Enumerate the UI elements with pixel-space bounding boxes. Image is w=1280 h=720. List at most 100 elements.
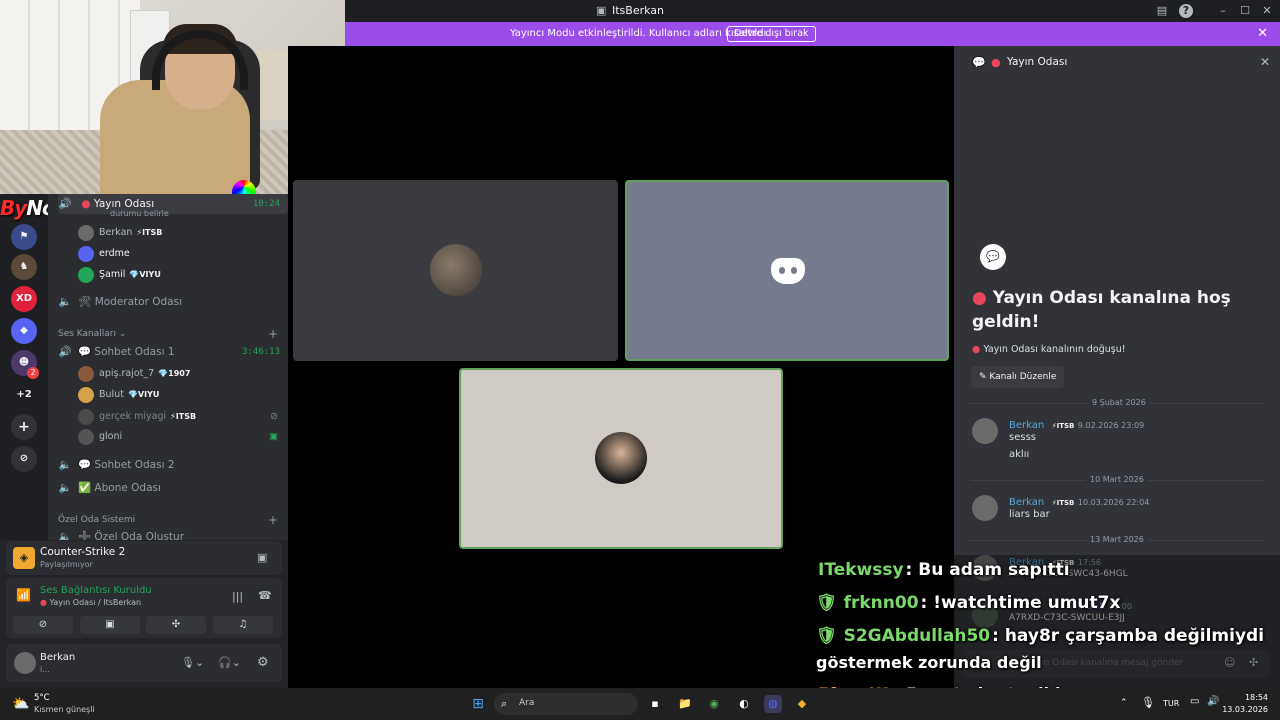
chat-bubble-icon: 💬 [78,346,92,358]
moderator-badge-icon: 🛡 [816,626,838,646]
member-gercek-miyagi[interactable]: gerçek miyagi ⚡ITSB ⊘ [78,407,278,427]
microphone-icon[interactable]: 🎙⌄ [181,656,204,669]
share-status: Paylaşılmıyor [40,560,93,569]
microphone-tray-icon[interactable]: 🎙 [1141,696,1155,709]
screen-share-icon[interactable]: ▣ [257,551,267,564]
moderator-badge-icon: 🛡 [816,593,838,613]
help-icon[interactable]: ? [1179,4,1193,18]
deafened-icon: ⊘ [270,411,278,422]
server-icon-2[interactable]: ♞ [11,254,37,280]
speaker-icon: 🔊 [58,198,72,210]
avatar[interactable] [14,652,36,674]
channel-sohbet-2[interactable]: 🔈 💬 Sohbet Odası 2 [58,455,174,475]
message-line: liars bar [1009,509,1050,520]
discord-logo-icon [771,258,805,284]
channel-timer: 3:46:13 [242,347,280,357]
date-divider: 13 Mart 2026 [1086,535,1148,544]
voice-status: Ses Bağlantısı Kuruldu [40,585,152,596]
camera-toggle-button[interactable]: ⊘ [13,616,73,634]
app-icon-2[interactable]: ◆ [793,695,811,713]
close-icon[interactable]: ✕ [1257,26,1268,41]
member-apis[interactable]: apiş.rajot_7 💎1907 [78,364,190,384]
channel-yayin-odasi[interactable]: 🔊 ● Yayın Odası 10:24 [58,194,288,214]
add-server-icon[interactable]: + [11,414,37,440]
video-tile-2[interactable] [625,180,949,361]
start-icon[interactable]: ⊞ [469,695,487,713]
avatar[interactable] [972,495,998,521]
welcome-title: ● Yayın Odası kanalına hoş geldin! [972,288,1231,332]
video-tile-3[interactable] [459,368,783,549]
member-samil[interactable]: Şamil 💎VIYU [78,265,161,285]
app-icon[interactable]: ◐ [735,695,753,713]
channel-sohbet-1[interactable]: 🔊 💬 Sohbet Odası 1 3:46:13 [58,342,288,362]
live-dot-icon: ● [81,198,91,210]
network-icon[interactable]: ▭ [1190,696,1199,707]
server-icon-1[interactable]: ⚑ [11,224,37,250]
chat-message: Berkan ⚡ITSB 10.03.2026 22:04 [1009,497,1150,508]
user-bar: Berkan i... 🎙⌄ 🎧⌄ ⚙ [6,644,282,682]
headphones-icon[interactable]: 🎧⌄ [218,656,241,669]
disconnect-icon[interactable]: ☎ [258,589,272,602]
share-screen-button[interactable]: ▣ [80,616,140,634]
discord-taskbar-icon[interactable]: ◍ [764,695,782,713]
disable-streamer-mode-button[interactable]: Devre dışı bırak [727,26,816,42]
close-window-icon[interactable]: ✕ [1260,4,1274,18]
windows-taskbar: ⛅ 5°C Kısmen güneşli ⊞ ⌕ Ara ▪ 📁 ◉ ◐ ◍ ◆… [0,688,1280,720]
maximize-icon[interactable]: ☐ [1238,4,1252,18]
status-hint: durumu belirle [110,209,169,218]
signal-icon: 📶 [16,588,31,602]
category-ses-kanallari[interactable]: Ses Kanalları ⌄ + [58,326,278,342]
wrench-icon: 🛠 [78,296,92,308]
chrome-icon[interactable]: ◉ [705,695,723,713]
close-chat-icon[interactable]: ✕ [1260,55,1270,69]
more-servers[interactable]: +2 [11,382,37,408]
window-title: ItsBerkan [612,4,665,17]
channel-list: 🔊 ● Yayın Odası 10:24 durumu belirle Ber… [48,194,288,540]
video-tile-1[interactable] [293,180,618,361]
volume-icon[interactable]: 🔊 [1207,696,1219,707]
noise-suppression-icon[interactable]: ||| [232,590,243,603]
channel-abone[interactable]: 🔈 ✅ Abone Odası [58,478,160,498]
add-channel-icon[interactable]: + [268,512,278,528]
chat-message: Berkan ⚡ITSB 9.02.2026 23:09 [1009,420,1145,431]
clock-date[interactable]: 13.03.2026 [1222,705,1268,714]
add-channel-icon[interactable]: + [268,326,278,342]
chat-bubble-icon: 💬 [980,244,1006,270]
chat-header-title: Yayın Odası [1007,56,1068,68]
edit-channel-button[interactable]: ✎ Kanalı Düzenle [971,366,1065,388]
file-explorer-icon[interactable]: 📁 [676,695,694,713]
channel-ozel-oda-olustur[interactable]: 🔈 ➕ Özel Oda Oluştur [58,527,184,540]
member-bulut[interactable]: Bulut 💎VIYU [78,385,159,405]
activities-button[interactable]: ✣ [146,616,206,634]
member-erdme[interactable]: erdme [78,244,130,264]
participant-avatar [595,432,647,484]
activity-card: ◈ Counter-Strike 2 Paylaşılmıyor ▣ [6,541,282,575]
mention-badge: 2 [27,367,39,379]
voice-location[interactable]: ● Yayın Odası / ItsBerkan [40,598,141,607]
category-ozel-oda[interactable]: Özel Oda Sistemi + [58,512,278,528]
clock-time[interactable]: 18:54 [1228,693,1268,702]
discover-icon[interactable]: ⊘ [11,446,37,472]
date-divider: 10 Mart 2026 [1086,475,1148,484]
language-indicator[interactable]: TUR [1163,699,1179,708]
inbox-icon[interactable]: ▤ [1155,4,1169,18]
channel-moderator[interactable]: 🔈 🛠 Moderator Odası [58,292,182,312]
gear-icon[interactable]: ⚙ [257,655,269,670]
minimize-icon[interactable]: – [1216,4,1230,18]
date-divider: 9 Şubat 2026 [1088,398,1150,407]
task-view-icon[interactable]: ▪ [646,695,664,713]
search-box[interactable]: ⌕ Ara [494,693,638,715]
server-icon-dice[interactable]: ◆ [11,318,37,344]
server-icon-xd[interactable]: XD [11,286,37,312]
member-berkan[interactable]: Berkan ⚡ITSB [78,223,162,243]
soundboard-button[interactable]: ♫ [213,616,273,634]
chevron-up-icon[interactable]: ⌃ [1120,698,1128,708]
search-icon: ⌕ [501,697,508,710]
stream-icon: ▣ [596,4,607,17]
live-dot-icon: ● [991,56,1001,69]
speaker-icon: 🔈 [58,296,72,308]
avatar[interactable] [972,418,998,444]
weather-icon[interactable]: ⛅ [12,696,29,712]
weather-temp: 5°C [34,693,50,703]
member-gloni[interactable]: gloni ▣ [78,427,278,447]
